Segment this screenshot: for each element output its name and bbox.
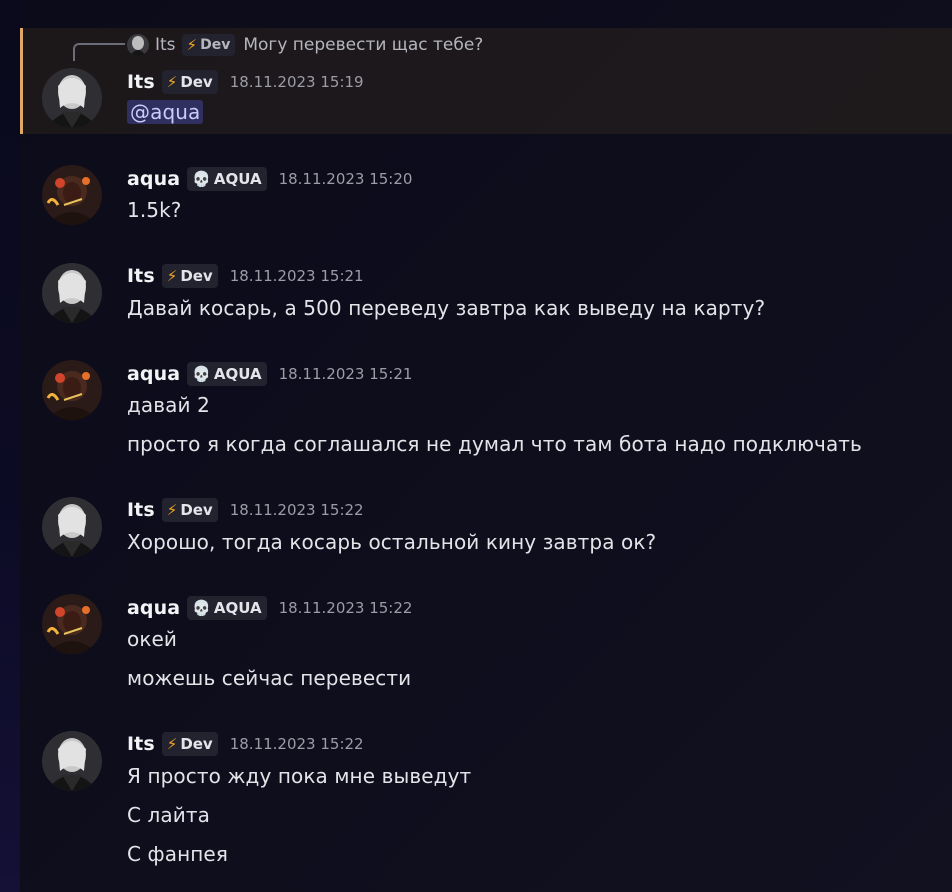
username[interactable]: aqua	[127, 597, 180, 619]
chat-message-list[interactable]: Its ⚡ Dev Могу перевести щас тебе? Its ⚡…	[20, 0, 952, 892]
message-header: aqua 💀 AQUA 18.11.2023 15:21	[127, 361, 412, 387]
message-text: @aqua	[127, 100, 204, 124]
avatar[interactable]	[42, 360, 102, 420]
avatar[interactable]	[42, 68, 102, 128]
skull-icon: 💀	[192, 170, 211, 188]
message-header: Its ⚡ Dev 18.11.2023 15:22	[127, 731, 364, 757]
message-text: Хорошо, тогда косарь остальной кину завт…	[127, 530, 657, 554]
message-header: Its ⚡ Dev 18.11.2023 15:22	[127, 497, 364, 523]
timestamp[interactable]: 18.11.2023 15:20	[279, 170, 413, 188]
skull-icon: 💀	[192, 599, 211, 617]
message-group-highlighted[interactable]: Its ⚡ Dev Могу перевести щас тебе? Its ⚡…	[20, 28, 952, 134]
reply-preview[interactable]: Its ⚡ Dev Могу перевести щас тебе?	[127, 33, 483, 57]
message-text: давай 2	[127, 393, 210, 417]
timestamp[interactable]: 18.11.2023 15:19	[230, 73, 364, 91]
message-text: С фанпея	[127, 842, 228, 866]
lightning-icon: ⚡	[166, 501, 178, 519]
reply-author[interactable]: Its	[155, 35, 176, 55]
role-tag[interactable]: 💀 AQUA	[187, 596, 267, 620]
role-tag[interactable]: ⚡ Dev	[161, 70, 218, 94]
lightning-icon: ⚡	[166, 73, 178, 91]
avatar[interactable]	[42, 263, 102, 323]
avatar[interactable]	[42, 497, 102, 557]
timestamp[interactable]: 18.11.2023 15:21	[279, 365, 413, 383]
username[interactable]: Its	[127, 265, 155, 287]
reply-avatar[interactable]	[127, 34, 149, 56]
role-tag[interactable]: ⚡ Dev	[161, 264, 218, 288]
message-header: aqua 💀 AQUA 18.11.2023 15:22	[127, 595, 412, 621]
message-header: aqua 💀 AQUA 18.11.2023 15:20	[127, 166, 412, 192]
timestamp[interactable]: 18.11.2023 15:22	[279, 599, 413, 617]
message-text: можешь сейчас перевести	[127, 666, 412, 690]
message-header: Its ⚡ Dev 18.11.2023 15:21	[127, 263, 364, 289]
reply-connector	[73, 43, 125, 61]
timestamp[interactable]: 18.11.2023 15:22	[230, 501, 364, 519]
avatar[interactable]	[42, 165, 102, 225]
message-text: С лайта	[127, 803, 210, 827]
username[interactable]: Its	[127, 71, 155, 93]
message-text: Я просто жду пока мне выведут	[127, 764, 472, 788]
message-text: 1.5k?	[127, 198, 182, 222]
lightning-icon: ⚡	[166, 267, 178, 285]
message-text: просто я когда соглашался не думал что т…	[127, 432, 862, 456]
username[interactable]: aqua	[127, 363, 180, 385]
lightning-icon: ⚡	[166, 735, 178, 753]
role-tag[interactable]: 💀 AQUA	[187, 362, 267, 386]
lightning-icon: ⚡	[186, 36, 198, 54]
reply-text[interactable]: Могу перевести щас тебе?	[243, 35, 483, 55]
role-tag[interactable]: 💀 AQUA	[187, 167, 267, 191]
username[interactable]: Its	[127, 499, 155, 521]
timestamp[interactable]: 18.11.2023 15:22	[230, 735, 364, 753]
username[interactable]: Its	[127, 733, 155, 755]
avatar[interactable]	[42, 594, 102, 654]
avatar[interactable]	[42, 731, 102, 791]
channel-sidebar-edge	[0, 0, 20, 892]
reply-role-tag: ⚡ Dev	[181, 34, 236, 56]
message-text: Давай косарь, а 500 переведу завтра как …	[127, 296, 766, 320]
skull-icon: 💀	[192, 365, 211, 383]
message-header: Its ⚡ Dev 18.11.2023 15:19	[127, 69, 364, 95]
role-tag[interactable]: ⚡ Dev	[161, 732, 218, 756]
role-tag[interactable]: ⚡ Dev	[161, 498, 218, 522]
username[interactable]: aqua	[127, 168, 180, 190]
message-text: окей	[127, 627, 178, 651]
timestamp[interactable]: 18.11.2023 15:21	[230, 267, 364, 285]
user-mention[interactable]: @aqua	[127, 100, 204, 124]
